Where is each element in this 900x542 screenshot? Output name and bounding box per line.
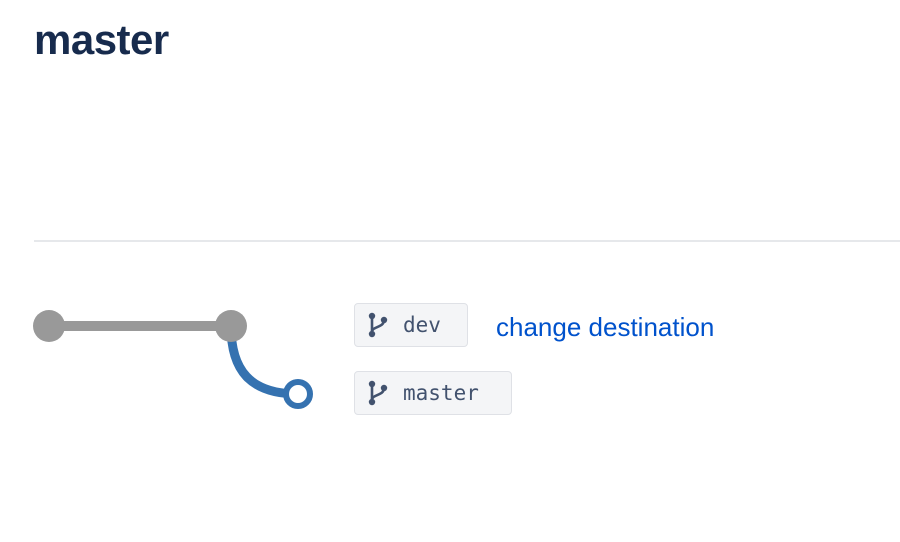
branch-icon (367, 380, 389, 406)
destination-branch-name: master (403, 381, 479, 405)
branch-icon (367, 312, 389, 338)
source-branch-name: dev (403, 313, 441, 337)
destination-commit-node (283, 379, 313, 409)
divider (34, 240, 900, 242)
source-branch-chip[interactable]: dev (354, 303, 468, 347)
change-destination-link[interactable]: change destination (496, 312, 714, 342)
source-head-commit-node (215, 310, 247, 342)
page-title: master (34, 16, 169, 63)
source-start-commit-node (33, 310, 65, 342)
destination-branch-chip[interactable]: master (354, 371, 512, 415)
branch-graph (33, 310, 313, 409)
